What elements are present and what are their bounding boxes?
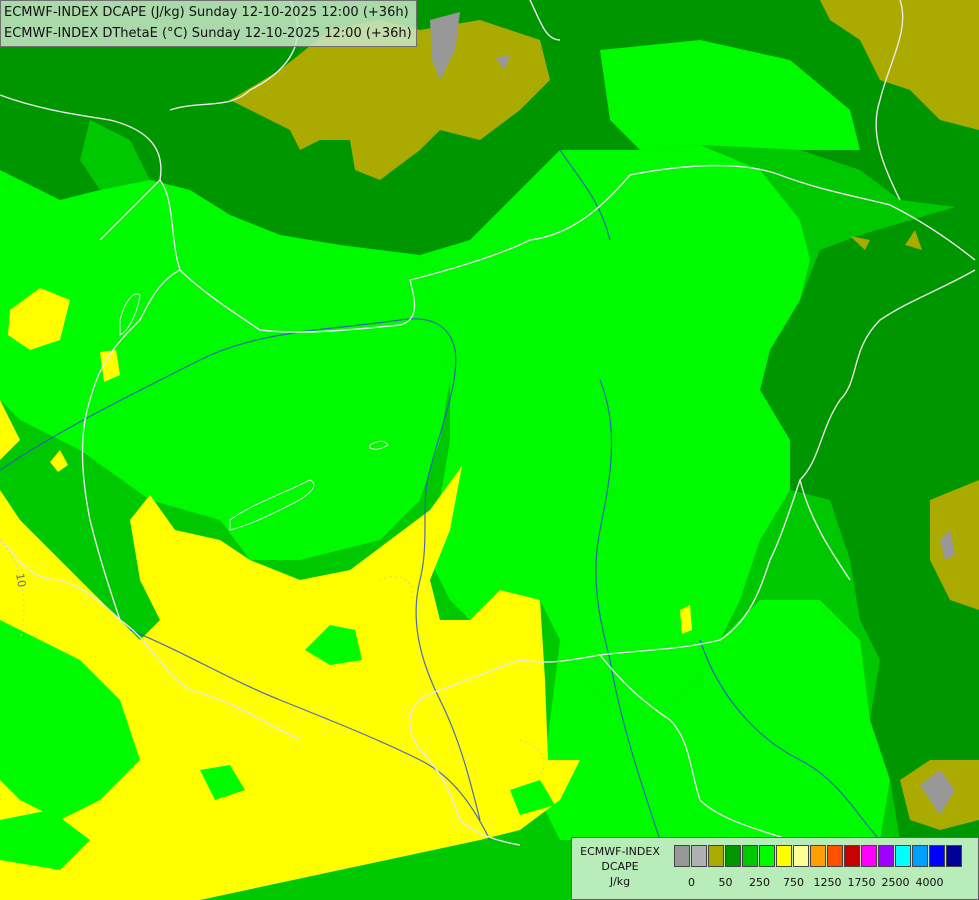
- legend-swatch: [861, 845, 877, 867]
- legend-swatch: [946, 845, 962, 867]
- legend-tick-label: 750: [783, 876, 804, 889]
- legend-swatch: [929, 845, 945, 867]
- legend-swatch: [810, 845, 826, 867]
- legend-tick-label: 1750: [847, 876, 876, 889]
- map-title-box: ECMWF-INDEX DCAPE (J/kg) Sunday 12-10-20…: [0, 0, 417, 47]
- title-dthetae: ECMWF-INDEX DThetaE (°C) Sunday 12-10-20…: [4, 26, 412, 41]
- contour-label: 10: [13, 572, 28, 588]
- legend-swatch: [725, 845, 741, 867]
- yellow-patch-east: [680, 605, 692, 634]
- legend-tick-label: 4000: [915, 876, 944, 889]
- legend-swatch: [827, 845, 843, 867]
- legend-swatch: [691, 845, 707, 867]
- legend-swatch: [674, 845, 690, 867]
- legend-swatch: [912, 845, 928, 867]
- legend-swatch: [895, 845, 911, 867]
- legend-swatch: [742, 845, 758, 867]
- legend-title-line1: ECMWF-INDEX: [580, 845, 660, 858]
- legend-tick-label: 250: [749, 876, 770, 889]
- legend-title: ECMWF-INDEX DCAPE J/kg: [578, 844, 662, 889]
- legend-tick-label: 2500: [881, 876, 910, 889]
- legend-tick-label: 1250: [813, 876, 842, 889]
- legend-tick-label: 50: [718, 876, 733, 889]
- dcape-map: 10: [0, 0, 979, 900]
- legend-title-line2: DCAPE: [601, 860, 639, 873]
- legend-swatch: [844, 845, 860, 867]
- legend-swatch: [793, 845, 809, 867]
- legend-swatch: [776, 845, 792, 867]
- legend-tick-label: 0: [688, 876, 695, 889]
- legend-swatch: [878, 845, 894, 867]
- legend-unit: J/kg: [609, 875, 631, 888]
- legend: ECMWF-INDEX DCAPE J/kg 0 50 250 750 1250 1750…: [571, 837, 979, 900]
- legend-swatch: [708, 845, 724, 867]
- legend-swatch: [759, 845, 775, 867]
- title-dcape: ECMWF-INDEX DCAPE (J/kg) Sunday 12-10-20…: [4, 5, 409, 20]
